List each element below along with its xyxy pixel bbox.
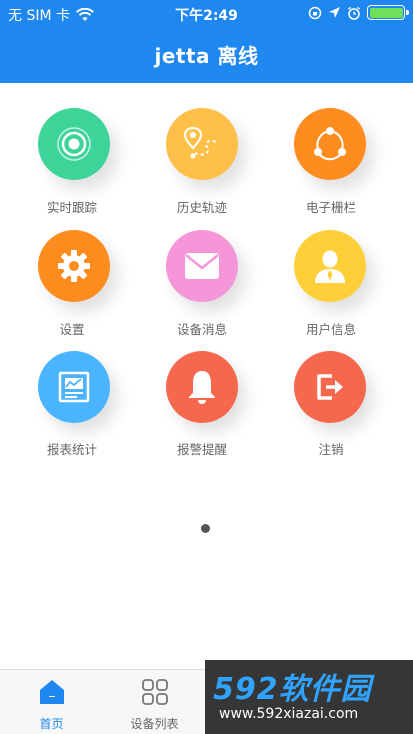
grid-item-label: 报警提醒 xyxy=(176,442,227,457)
grid-item-realtime-tracking[interactable]: 实时跟踪 xyxy=(3,108,141,218)
gear-icon xyxy=(38,230,110,302)
grid-item-label: 报表统计 xyxy=(46,442,97,457)
grid-item-geofence[interactable]: 电子栅栏 xyxy=(262,108,400,218)
user-icon xyxy=(294,230,366,302)
grid-item-label: 用户信息 xyxy=(305,322,356,337)
location-arrow-icon xyxy=(329,7,340,18)
grid-item-label: 历史轨迹 xyxy=(176,200,227,215)
tab-home[interactable]: 首页 xyxy=(0,670,103,734)
grid-icon xyxy=(142,679,168,705)
header: 无 SIM 卡 下午2:49 jetta 离线 xyxy=(0,0,413,83)
share-nodes-icon xyxy=(294,108,366,180)
envelope-icon xyxy=(166,230,238,302)
grid-item-label: 注销 xyxy=(318,442,344,457)
grid-item-label: 实时跟踪 xyxy=(46,200,97,215)
grid-item-settings[interactable]: 设置 xyxy=(3,230,141,340)
map-pin-route-icon xyxy=(166,108,238,180)
report-chart-icon xyxy=(38,351,110,423)
page-indicator-dot[interactable] xyxy=(201,524,210,533)
grid-item-history-track[interactable]: 历史轨迹 xyxy=(133,108,271,218)
tab-device-list[interactable]: 设备列表 xyxy=(103,670,206,734)
watermark-logo: 592软件园 xyxy=(213,672,372,707)
tab-label: 首页 xyxy=(39,717,64,731)
bell-icon xyxy=(166,351,238,423)
alarm-clock-icon xyxy=(348,6,360,20)
home-icon xyxy=(40,680,64,704)
watermark: 592软件园 www.592xiazai.com xyxy=(205,660,413,734)
grid-item-reports[interactable]: 报表统计 xyxy=(3,351,141,461)
grid-item-device-messages[interactable]: 设备消息 xyxy=(133,230,271,340)
rotation-lock-icon xyxy=(308,6,322,19)
grid-item-user-info[interactable]: 用户信息 xyxy=(262,230,400,340)
grid-item-label: 设备消息 xyxy=(176,322,227,337)
grid-item-label: 设置 xyxy=(59,322,85,337)
tab-label: 设备列表 xyxy=(130,717,179,731)
grid-item-label: 电子栅栏 xyxy=(305,200,356,215)
battery-icon xyxy=(367,5,409,20)
page-title: jetta 离线 xyxy=(154,44,259,68)
grid-item-logout[interactable]: 注销 xyxy=(262,351,400,461)
grid-item-alarm[interactable]: 报警提醒 xyxy=(133,351,271,461)
logout-icon xyxy=(294,351,366,423)
status-bar: 无 SIM 卡 下午2:49 xyxy=(0,0,413,28)
watermark-url: www.592xiazai.com xyxy=(219,706,359,722)
target-icon xyxy=(38,108,110,180)
